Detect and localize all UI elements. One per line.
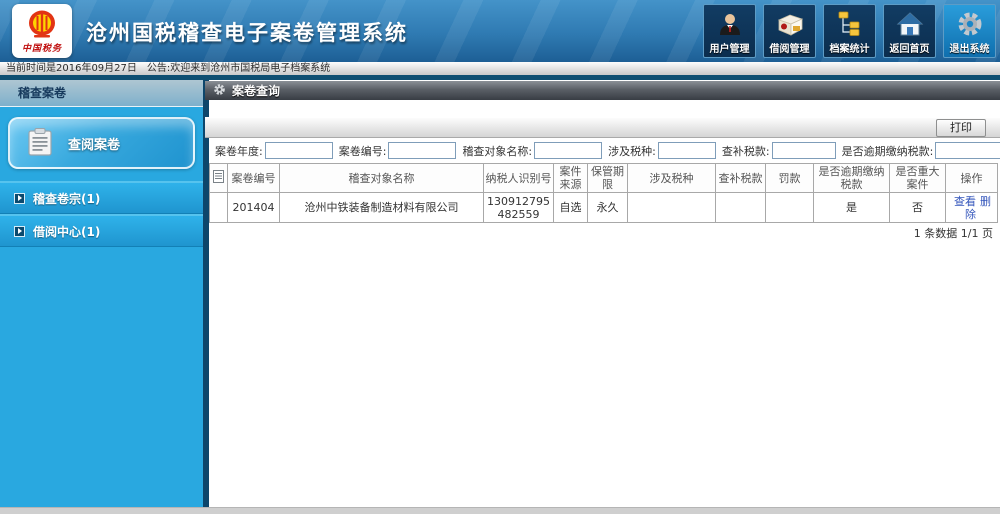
- search-input-caseno[interactable]: [388, 142, 456, 159]
- nav-user-management[interactable]: 用户管理: [703, 4, 756, 58]
- pagination-info: 1 条数据 1/1 页: [209, 225, 997, 241]
- col-case-no: 案卷编号: [228, 164, 280, 193]
- print-button[interactable]: 打印: [936, 119, 986, 137]
- arrow-bullet-icon: [14, 193, 25, 204]
- header-nav: 用户管理 借阅管理: [703, 4, 996, 58]
- stats-icon: [836, 8, 864, 40]
- cell-target-name: 沧州中铁装备制造材料有限公司: [280, 193, 484, 223]
- search-label-year: 案卷年度:: [215, 143, 263, 159]
- cell-major-case: 否: [890, 193, 946, 223]
- sidebar-view-casefiles-button[interactable]: 查阅案卷: [8, 117, 195, 169]
- col-target-name: 稽查对象名称: [280, 164, 484, 193]
- archive-icon: [775, 8, 805, 40]
- nav-archive-statistics[interactable]: 档案统计: [823, 4, 876, 58]
- nav-label: 返回首页: [890, 40, 930, 55]
- search-label-supplement: 查补税款:: [722, 143, 770, 159]
- tax-emblem-icon: [23, 9, 61, 41]
- col-storage-period: 保管期限: [588, 164, 628, 193]
- sidebar-item-label: 借阅中心(1): [33, 223, 100, 240]
- gear-small-icon: [213, 83, 226, 99]
- cell-supplement-tax: [716, 193, 766, 223]
- clipboard-icon: [26, 127, 54, 160]
- col-actions: 操作: [946, 164, 998, 193]
- user-icon: [717, 8, 743, 40]
- casefile-table: 案卷编号 稽查对象名称 纳税人识别号 案件来源 保管期限 涉及税种 查补税款 罚…: [209, 163, 998, 223]
- tax-logo: 中国税务: [12, 4, 72, 58]
- view-link[interactable]: 查看: [954, 195, 976, 208]
- search-input-overdue[interactable]: [935, 142, 1000, 159]
- nav-label: 档案统计: [830, 40, 870, 55]
- app-header: 中国税务 沧州国税稽查电子案卷管理系统 用户管理: [0, 0, 1000, 62]
- nav-label: 退出系统: [950, 40, 990, 55]
- nav-label: 借阅管理: [770, 40, 810, 55]
- document-icon: [213, 170, 224, 186]
- toolbar: 打印: [205, 117, 1000, 138]
- page-title: 案卷查询: [232, 82, 280, 99]
- sidebar-section-title: 稽查案卷: [0, 80, 203, 107]
- table-row: 201404 沧州中铁装备制造材料有限公司 130912795482559 自选…: [210, 193, 998, 223]
- search-label-caseno: 案卷编号:: [339, 143, 387, 159]
- horizontal-scrollbar[interactable]: [0, 507, 1000, 514]
- cell-fine: [766, 193, 814, 223]
- logo-text: 中国税务: [22, 41, 62, 54]
- col-tax-types: 涉及税种: [628, 164, 716, 193]
- col-major-case: 是否重大案件: [890, 164, 946, 193]
- cell-taxpayer-id: 130912795482559: [484, 193, 554, 223]
- table-header-icon: [210, 164, 228, 193]
- search-input-year[interactable]: [265, 142, 333, 159]
- search-form: 案卷年度: 案卷编号: 稽查对象名称: 涉及税种: 查补税款: 是否逾期缴纳税款…: [209, 139, 1000, 162]
- col-taxpayer-id: 纳税人识别号: [484, 164, 554, 193]
- nav-return-home[interactable]: 返回首页: [883, 4, 936, 58]
- sidebar-button-label: 查阅案卷: [68, 134, 120, 153]
- cell-case-source: 自选: [554, 193, 588, 223]
- cell-overdue-payment: 是: [814, 193, 890, 223]
- nav-exit-system[interactable]: 退出系统: [943, 4, 996, 58]
- sidebar-item-inspection-files[interactable]: 稽查卷宗(1): [0, 181, 203, 214]
- nav-borrow-management[interactable]: 借阅管理: [763, 4, 816, 58]
- search-input-supplement[interactable]: [772, 142, 836, 159]
- cell-storage-period: 永久: [588, 193, 628, 223]
- search-input-target[interactable]: [534, 142, 602, 159]
- cell-tax-types: [628, 193, 716, 223]
- cell-row-icon: [210, 193, 228, 223]
- home-icon: [896, 8, 924, 40]
- sidebar-item-label: 稽查卷宗(1): [33, 190, 100, 207]
- cell-case-no: 201404: [228, 193, 280, 223]
- app-window: 中国税务 沧州国税稽查电子案卷管理系统 用户管理: [0, 0, 1000, 517]
- gear-icon: [956, 8, 984, 40]
- col-case-source: 案件来源: [554, 164, 588, 193]
- sidebar: 稽查案卷 查阅案卷 稽查卷宗(1) 借阅中心(1): [0, 80, 203, 507]
- arrow-bullet-icon: [14, 226, 25, 237]
- search-input-taxtypes[interactable]: [658, 142, 716, 159]
- sidebar-item-borrow-center[interactable]: 借阅中心(1): [0, 214, 203, 247]
- search-label-overdue: 是否逾期缴纳税款:: [842, 143, 934, 159]
- cell-actions: 查看删除: [946, 193, 998, 223]
- app-title: 沧州国税稽查电子案卷管理系统: [86, 17, 408, 47]
- search-label-taxtypes: 涉及税种:: [608, 143, 656, 159]
- col-fine: 罚款: [766, 164, 814, 193]
- search-label-target: 稽查对象名称:: [462, 143, 532, 159]
- nav-label: 用户管理: [710, 40, 750, 55]
- table-header-row: 案卷编号 稽查对象名称 纳税人识别号 案件来源 保管期限 涉及税种 查补税款 罚…: [210, 164, 998, 193]
- page-title-bar: 案卷查询: [205, 81, 1000, 100]
- col-overdue-payment: 是否逾期缴纳税款: [814, 164, 890, 193]
- status-bar: 当前时间是2016年09月27日 公告:欢迎来到沧州市国税局电子档案系统: [0, 62, 1000, 75]
- col-supplement-tax: 查补税款: [716, 164, 766, 193]
